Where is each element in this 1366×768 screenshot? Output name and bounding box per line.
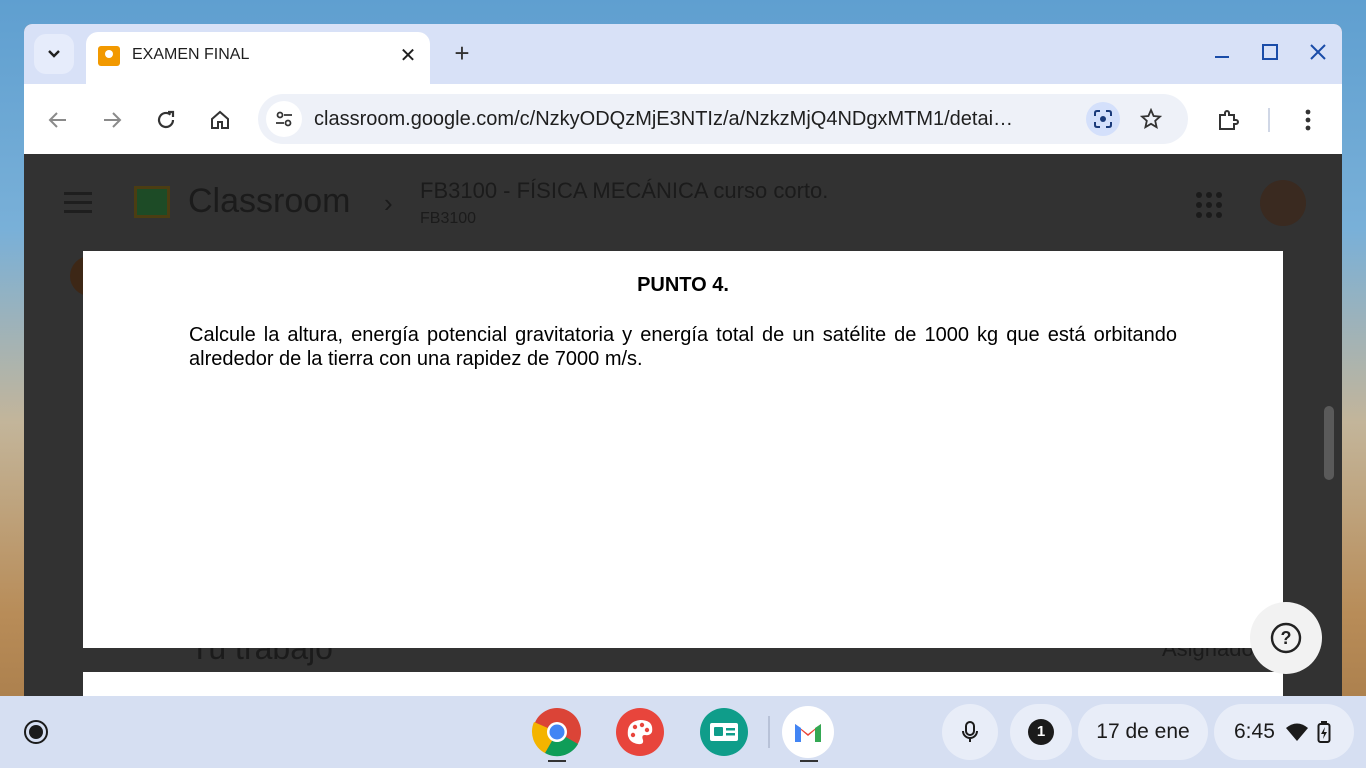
gmail-icon[interactable] [782,706,834,758]
avatar[interactable] [1260,180,1306,226]
minimize-icon [1215,56,1229,58]
site-info-button[interactable] [266,101,302,137]
microphone-icon [962,721,978,742]
minimize-button[interactable] [1208,40,1236,68]
gmail-running-indicator [800,760,818,762]
address-bar[interactable]: classroom.google.com/c/NzkyODQzMjE3NTIz/… [258,94,1188,144]
browser-window: EXAMEN FINAL ✕ + classroom.google.com/c/… [24,24,1342,696]
time-text: 6:45 [1234,720,1275,743]
notification-pill[interactable]: 1 [1010,704,1072,760]
tab-search-button[interactable] [34,34,74,74]
puzzle-icon [1219,110,1239,130]
shelf-divider [768,716,770,748]
document-next-page [83,672,1283,696]
scrollbar[interactable] [1324,406,1334,480]
page-content: Classroom › FB3100 - FÍSICA MECÁNICA cur… [24,154,1342,696]
more-vert-icon [1305,109,1311,131]
classroom-logo-icon [134,186,170,218]
date-text: 17 de ene [1096,720,1190,743]
maximize-icon [1262,44,1278,60]
active-tab[interactable]: EXAMEN FINAL ✕ [86,32,430,84]
svg-text:?: ? [1281,628,1292,648]
toolbar-divider [1268,108,1270,132]
mic-button[interactable] [942,704,998,760]
tab-strip: EXAMEN FINAL ✕ + [24,24,1342,84]
arrow-left-icon [48,112,66,128]
maximize-button[interactable] [1256,40,1284,68]
help-icon: ? [1270,622,1302,654]
tab-title: EXAMEN FINAL [132,46,250,63]
tune-icon [276,111,292,127]
tab-close-button[interactable]: ✕ [396,44,420,68]
close-icon [1310,44,1326,60]
arrow-right-icon [104,112,122,128]
url-text[interactable]: classroom.google.com/c/NzkyODQzMjE3NTIz/… [314,108,1014,131]
classroom-header: Classroom › FB3100 - FÍSICA MECÁNICA cur… [24,154,1342,250]
bookmark-button[interactable] [1134,102,1168,136]
launcher-icon [24,720,48,744]
breadcrumb-separator: › [384,188,393,218]
document-body: Calcule la altura, energía potencial gra… [189,324,1177,370]
chrome-icon[interactable] [531,706,583,758]
wifi-icon [1285,723,1308,741]
chevron-down-icon [48,50,60,58]
google-lens-button[interactable] [1086,102,1120,136]
date-pill[interactable]: 17 de ene [1078,704,1208,760]
star-icon [1140,108,1162,130]
launcher-button[interactable] [16,712,56,752]
window-close-button[interactable] [1304,40,1332,68]
reload-button[interactable] [148,102,184,138]
document-preview: PUNTO 4. Calcule la altura, energía pote… [83,251,1283,648]
notification-count: 1 [1028,719,1054,745]
lens-icon [1094,110,1112,128]
reload-icon [157,110,175,129]
new-tab-button[interactable]: + [446,38,478,70]
back-button[interactable] [40,102,76,138]
battery-charging-icon [1317,721,1331,743]
menu-icon[interactable] [64,192,92,214]
forward-button[interactable] [94,102,130,138]
classroom-favicon-icon [98,46,120,66]
extensions-button[interactable] [1210,102,1246,138]
browser-toolbar: classroom.google.com/c/NzkyODQzMjE3NTIz/… [24,84,1342,154]
home-icon [211,110,229,129]
help-button[interactable]: ? [1250,602,1322,674]
classroom-app-icon[interactable] [698,706,750,758]
home-button[interactable] [202,102,238,138]
shelf: 1 17 de ene 6:45 [0,696,1366,768]
google-apps-icon[interactable] [1196,192,1222,218]
course-title[interactable]: FB3100 - FÍSICA MECÁNICA curso corto. [420,178,828,204]
paint-icon[interactable] [614,706,666,758]
document-heading: PUNTO 4. [637,274,729,296]
app-name[interactable]: Classroom [188,182,350,221]
menu-button[interactable] [1290,102,1326,138]
course-code: FB3100 [420,210,477,227]
status-area[interactable]: 6:45 [1214,704,1354,760]
chrome-running-indicator [548,760,566,762]
